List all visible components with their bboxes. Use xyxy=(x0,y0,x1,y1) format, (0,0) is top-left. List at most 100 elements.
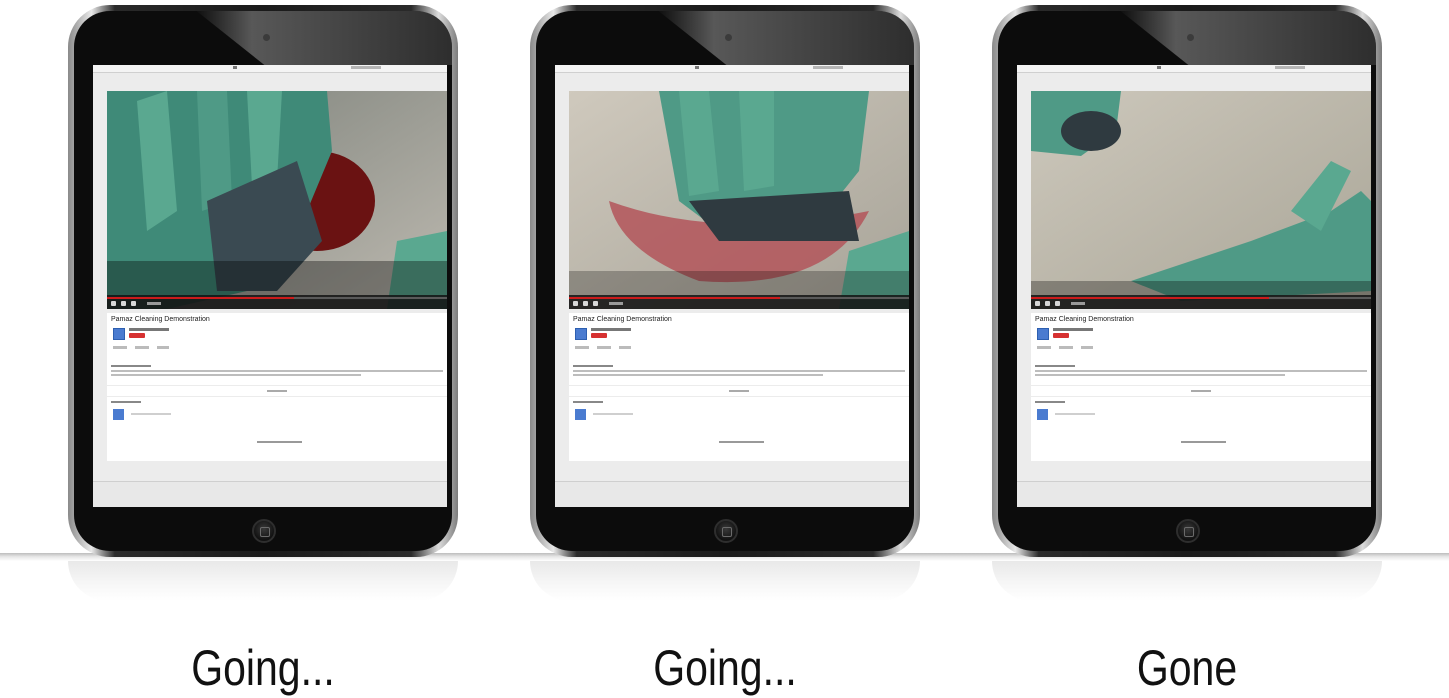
description-line xyxy=(573,370,905,372)
show-more-button[interactable] xyxy=(569,385,909,397)
tablet-bezel: Pamaz Cleaning Demonstration xyxy=(998,11,1376,551)
description-line xyxy=(573,374,823,376)
dislike-button[interactable] xyxy=(1059,346,1073,349)
video-title[interactable]: Pamaz Cleaning Demonstration xyxy=(573,316,672,323)
comment-input[interactable] xyxy=(131,413,171,415)
volume-icon[interactable] xyxy=(131,301,136,306)
comment-count xyxy=(573,401,603,403)
channel-name[interactable] xyxy=(591,328,631,331)
like-button[interactable] xyxy=(575,346,589,349)
video-info-panel: Pamaz Cleaning Demonstration xyxy=(569,313,909,461)
description-line xyxy=(1035,374,1285,376)
bezel-glare xyxy=(656,11,914,65)
tablet-reflection xyxy=(992,561,1382,601)
time-display xyxy=(1071,302,1085,305)
video-info-panel: Pamaz Cleaning Demonstration xyxy=(107,313,447,461)
browser-bar xyxy=(1017,65,1371,73)
home-button-icon[interactable] xyxy=(252,519,276,543)
video-controls[interactable] xyxy=(1031,295,1371,309)
tablet-2: Pamaz Cleaning Demonstration xyxy=(530,5,920,557)
caption-3: Gone xyxy=(1136,640,1238,696)
camera-icon xyxy=(725,34,732,41)
home-button-icon[interactable] xyxy=(714,519,738,543)
video-player[interactable] xyxy=(107,91,447,309)
dislike-button[interactable] xyxy=(597,346,611,349)
play-icon[interactable] xyxy=(111,301,116,306)
volume-icon[interactable] xyxy=(593,301,598,306)
channel-avatar[interactable] xyxy=(113,328,125,340)
video-info-panel: Pamaz Cleaning Demonstration xyxy=(1031,313,1371,461)
publish-date xyxy=(111,365,151,367)
progress-bar[interactable] xyxy=(107,297,447,299)
tablet-bezel: Pamaz Cleaning Demonstration xyxy=(536,11,914,551)
tablet-3: Pamaz Cleaning Demonstration xyxy=(992,5,1382,557)
dislike-button[interactable] xyxy=(135,346,149,349)
commenter-avatar xyxy=(575,409,586,420)
time-display xyxy=(147,302,161,305)
bezel-glare xyxy=(1118,11,1376,65)
home-button-icon[interactable] xyxy=(1176,519,1200,543)
subscribe-button[interactable] xyxy=(591,333,607,338)
page-footer xyxy=(1017,481,1371,507)
time-display xyxy=(609,302,623,305)
show-more-button[interactable] xyxy=(1031,385,1371,397)
publish-date xyxy=(573,365,613,367)
browser-bar xyxy=(555,65,909,73)
play-icon[interactable] xyxy=(573,301,578,306)
volume-icon[interactable] xyxy=(1055,301,1060,306)
video-controls[interactable] xyxy=(569,295,909,309)
progress-bar[interactable] xyxy=(569,297,909,299)
subscribe-button[interactable] xyxy=(1053,333,1069,338)
page-footer xyxy=(93,481,447,507)
next-icon[interactable] xyxy=(583,301,588,306)
tablet-screen: Pamaz Cleaning Demonstration xyxy=(1017,65,1371,507)
no-comments-text xyxy=(257,441,302,443)
tablet-screen: Pamaz Cleaning Demonstration xyxy=(93,65,447,507)
video-controls[interactable] xyxy=(107,295,447,309)
channel-name[interactable] xyxy=(129,328,169,331)
caption-2: Going... xyxy=(653,640,797,696)
description-line xyxy=(111,374,361,376)
bezel-glare xyxy=(194,11,452,65)
comment-input[interactable] xyxy=(1055,413,1095,415)
tablet-reflection xyxy=(530,561,920,601)
video-title[interactable]: Pamaz Cleaning Demonstration xyxy=(1035,316,1134,323)
description-line xyxy=(1035,370,1367,372)
page-footer xyxy=(555,481,909,507)
tablet-bezel: Pamaz Cleaning Demonstration xyxy=(74,11,452,551)
commenter-avatar xyxy=(1037,409,1048,420)
channel-avatar[interactable] xyxy=(1037,328,1049,340)
browser-bar xyxy=(93,65,447,73)
tablet-screen: Pamaz Cleaning Demonstration xyxy=(555,65,909,507)
like-button[interactable] xyxy=(1037,346,1051,349)
progress-bar[interactable] xyxy=(1031,297,1371,299)
comment-input[interactable] xyxy=(593,413,633,415)
video-title[interactable]: Pamaz Cleaning Demonstration xyxy=(111,316,210,323)
tablet-1: Pamaz Cleaning Demonstration xyxy=(68,5,458,557)
share-button[interactable] xyxy=(157,346,169,349)
next-icon[interactable] xyxy=(121,301,126,306)
video-frame xyxy=(569,91,909,309)
no-comments-text xyxy=(719,441,764,443)
camera-icon xyxy=(1187,34,1194,41)
video-player[interactable] xyxy=(1031,91,1371,309)
channel-avatar[interactable] xyxy=(575,328,587,340)
share-button[interactable] xyxy=(619,346,631,349)
next-icon[interactable] xyxy=(1045,301,1050,306)
caption-1: Going... xyxy=(191,640,335,696)
channel-name[interactable] xyxy=(1053,328,1093,331)
like-button[interactable] xyxy=(113,346,127,349)
no-comments-text xyxy=(1181,441,1226,443)
subscribe-button[interactable] xyxy=(129,333,145,338)
description-line xyxy=(111,370,443,372)
show-more-button[interactable] xyxy=(107,385,447,397)
comment-count xyxy=(111,401,141,403)
publish-date xyxy=(1035,365,1075,367)
video-frame xyxy=(107,91,447,309)
play-icon[interactable] xyxy=(1035,301,1040,306)
share-button[interactable] xyxy=(1081,346,1093,349)
tablet-reflection xyxy=(68,561,458,601)
commenter-avatar xyxy=(113,409,124,420)
video-player[interactable] xyxy=(569,91,909,309)
camera-icon xyxy=(263,34,270,41)
